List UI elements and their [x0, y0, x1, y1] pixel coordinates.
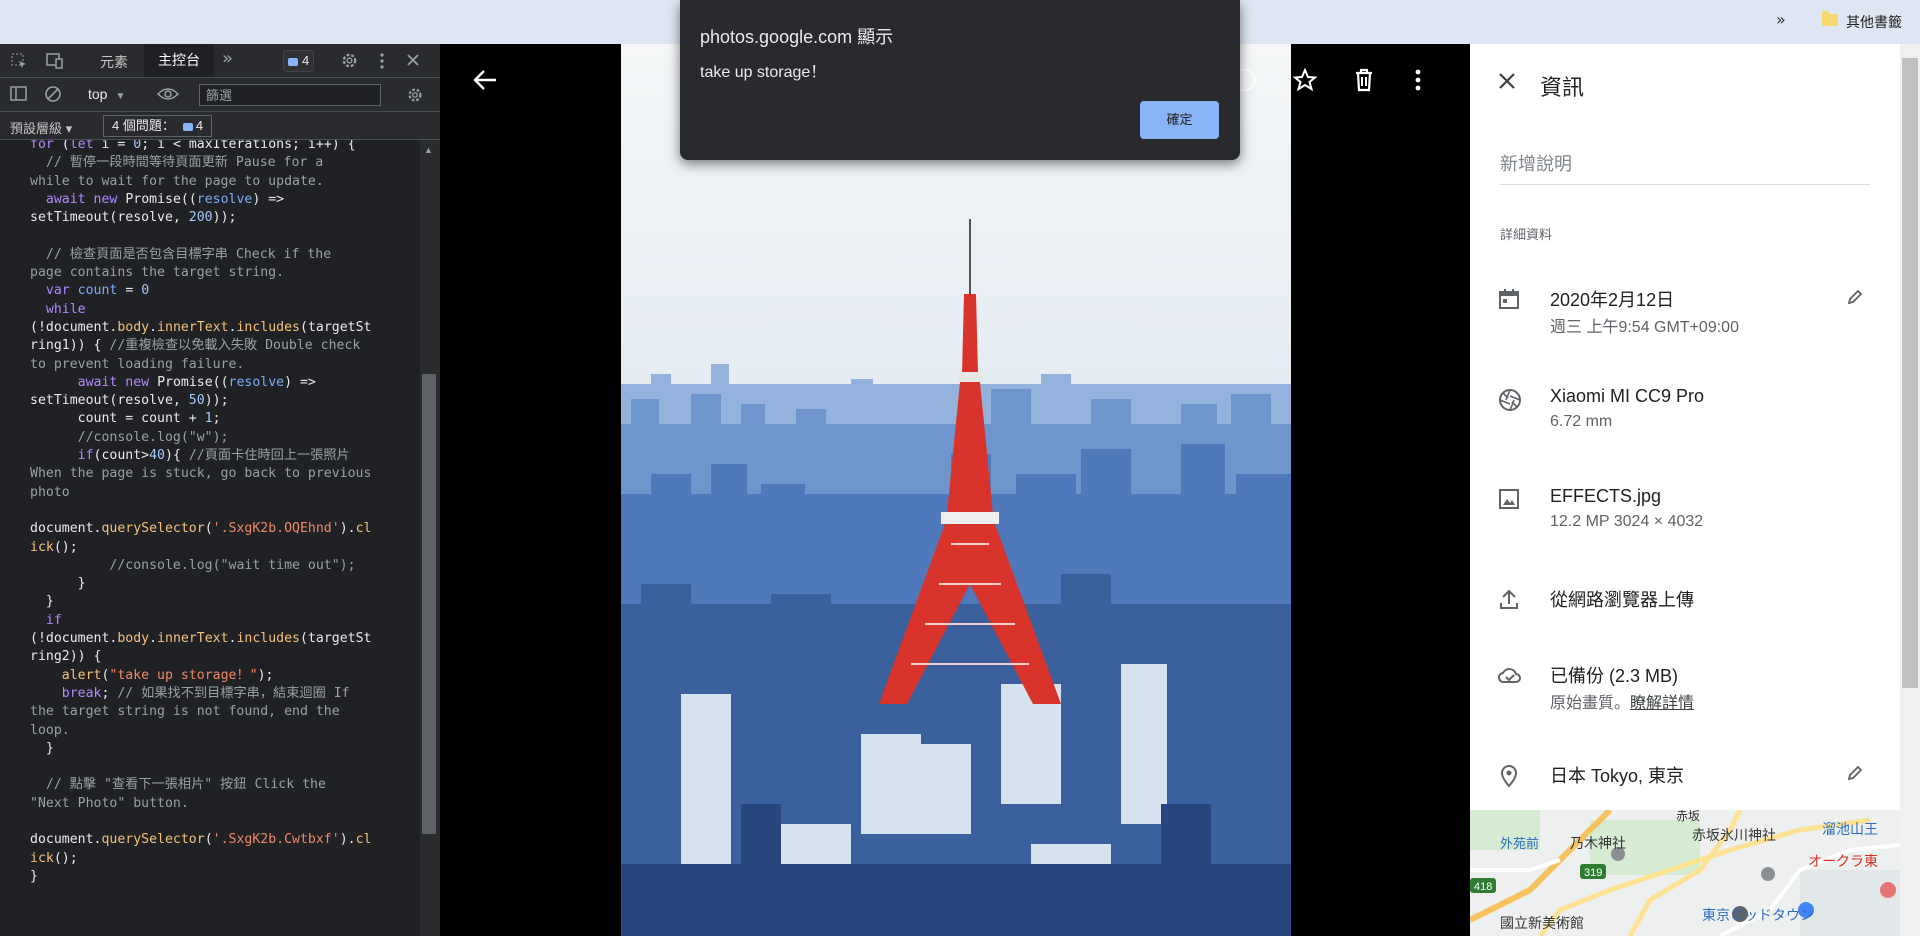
other-bookmarks-folder[interactable]: 其他書籤	[1846, 12, 1902, 32]
edit-location-pencil-icon[interactable]	[1846, 764, 1864, 782]
console-filter-input[interactable]: 篩選	[199, 84, 381, 106]
map-label-gaienmae: 外苑前	[1500, 836, 1539, 851]
tab-elements[interactable]: 元素	[100, 52, 128, 72]
more-options-icon[interactable]	[378, 52, 386, 70]
issues-count: 4	[195, 118, 204, 133]
focal-length: 6.72 mm	[1550, 413, 1613, 430]
info-panel: 資訊 新增說明 詳細資料 2020年2月12日 週三 上午9:54 GMT+09…	[1470, 44, 1900, 936]
edit-date-pencil-icon[interactable]	[1846, 288, 1864, 306]
devtools-panel: 元素 主控台 » 4 top ▼ 篩選 預設層級 ▾ 4 個問題： 4 for (l…	[0, 44, 440, 936]
clear-console-icon[interactable]	[44, 85, 62, 103]
time-text: 週三 上午9:54 GMT+09:00	[1550, 319, 1739, 336]
upload-icon	[1500, 589, 1518, 609]
close-icon[interactable]	[1498, 72, 1516, 90]
issues-badge-count: 4	[302, 53, 310, 68]
map-label-midtown: 東京ミッドタウン	[1702, 907, 1814, 923]
map-label-hikawa-shrine: 赤坂氷川神社	[1692, 827, 1776, 843]
map-label-akasaka: 赤坂	[1676, 810, 1700, 823]
location-text: 日本 Tokyo, 東京	[1550, 766, 1685, 786]
camera-aperture-icon	[1499, 389, 1521, 411]
issues-button[interactable]: 4 個問題： 4	[103, 115, 213, 137]
issues-badge[interactable]: 4	[283, 50, 315, 72]
upload-source: 從網路瀏覽器上傳	[1550, 590, 1694, 610]
devtools-tab-bar: 元素 主控台 » 4	[0, 44, 440, 78]
calendar-icon	[1499, 289, 1519, 309]
cloud-done-icon	[1498, 668, 1521, 683]
console-output[interactable]: for (let i = 0; i < maxIterations; i++) …	[0, 140, 420, 936]
tab-console[interactable]: 主控台	[144, 44, 214, 77]
scroll-up-arrow-icon[interactable]: ▲	[424, 145, 433, 155]
map-label-nogi-shrine: 乃木神社	[1570, 835, 1626, 851]
back-arrow-icon[interactable]	[472, 68, 498, 92]
issues-text: 4 個問題：	[112, 118, 175, 133]
trash-icon[interactable]	[1353, 68, 1375, 92]
alert-ok-button[interactable]: 確定	[1140, 101, 1219, 139]
message-icon	[288, 57, 298, 66]
console-settings-gear-icon[interactable]	[406, 86, 424, 104]
location-pin-icon	[1500, 765, 1518, 788]
route-marker-418: 418	[1474, 881, 1492, 893]
add-description-field[interactable]: 新增說明	[1500, 150, 1870, 185]
log-levels-dropdown[interactable]: 預設層級 ▾	[10, 118, 72, 137]
info-panel-scroll-thumb[interactable]	[1902, 58, 1918, 688]
map-label-art-center: 國立新美術館	[1500, 915, 1584, 931]
backup-status: 已備份 (2.3 MB)	[1550, 666, 1679, 686]
device-toolbar-icon[interactable]	[44, 52, 64, 70]
console-levels-bar: 預設層級 ▾ 4 個問題： 4	[0, 112, 440, 140]
backup-quality-text: 原始畫質。	[1550, 695, 1631, 712]
file-name: EFFECTS.jpg	[1550, 486, 1662, 506]
learn-more-link[interactable]: 瞭解詳情	[1630, 695, 1694, 712]
details-heading: 詳細資料	[1500, 227, 1553, 242]
more-tabs-icon[interactable]: »	[222, 50, 233, 68]
route-marker-319: 319	[1584, 867, 1602, 879]
location-map[interactable]: 外苑前 赤坂 溜池山王 乃木神社 赤坂氷川神社 オークラ東 國立新美術館 東京ミ…	[1470, 810, 1900, 936]
file-resolution: 12.2 MP 3024 × 4032	[1550, 513, 1704, 530]
date-text: 2020年2月12日	[1550, 290, 1675, 310]
info-panel-title: 資訊	[1540, 75, 1585, 100]
close-devtools-icon[interactable]	[406, 53, 420, 67]
live-expression-eye-icon[interactable]	[157, 87, 179, 101]
camera-model: Xiaomi MI CC9 Pro	[1550, 386, 1705, 406]
backup-quality: 原始畫質。瞭解詳情	[1550, 689, 1694, 713]
alert-dialog: photos.google.com 顯示 take up storage！ 確定	[680, 0, 1240, 160]
context-value: top	[88, 86, 108, 102]
map-label-tameike: 溜池山王	[1822, 821, 1878, 837]
dropdown-arrow-icon: ▼	[115, 91, 126, 102]
console-scroll-thumb[interactable]	[422, 374, 436, 834]
console-toolbar: top ▼ 篩選	[0, 78, 440, 112]
bookmarks-overflow-button[interactable]: »	[1776, 10, 1786, 29]
message-icon	[182, 122, 193, 131]
alert-message: take up storage！	[700, 64, 827, 81]
console-code-block: for (let i = 0; i < maxIterations; i++) …	[30, 140, 372, 884]
settings-gear-icon[interactable]	[340, 51, 359, 70]
context-selector[interactable]: top ▼	[88, 86, 125, 102]
map-label-okura: オークラ東	[1808, 853, 1878, 869]
tokyo-tower-photo	[621, 44, 1291, 936]
alert-title: photos.google.com 顯示	[700, 27, 894, 47]
sidebar-toggle-icon[interactable]	[10, 86, 28, 102]
folder-icon	[1822, 11, 1838, 26]
more-options-icon[interactable]	[1414, 68, 1422, 92]
inspect-element-icon[interactable]	[10, 52, 28, 70]
favorite-star-icon[interactable]	[1293, 68, 1317, 92]
image-icon	[1499, 489, 1519, 509]
